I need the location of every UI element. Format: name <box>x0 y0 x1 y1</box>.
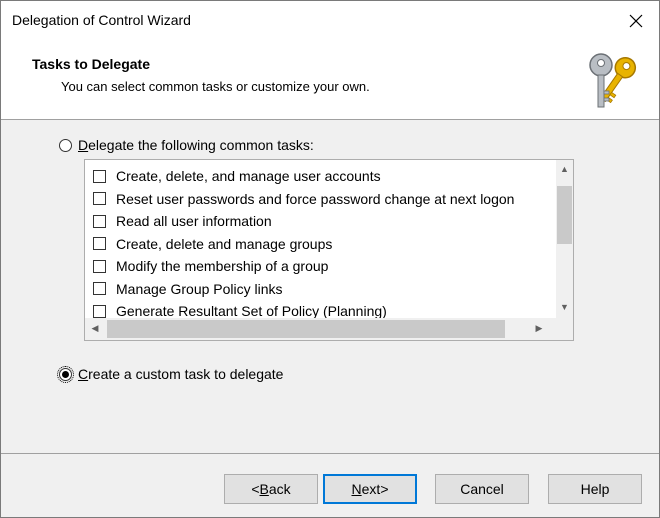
close-button[interactable] <box>613 1 659 41</box>
next-button[interactable]: Next > <box>323 474 417 504</box>
wizard-window: Delegation of Control Wizard Tasks to De… <box>0 0 660 518</box>
keys-icon <box>589 53 637 108</box>
back-rest: ack <box>268 481 291 497</box>
mnemonic: D <box>78 137 89 153</box>
horizontal-scrollbar[interactable]: ◀ ▶ <box>85 318 573 340</box>
radio-common-tasks-label: Delegate the following common tasks: <box>78 137 314 153</box>
scroll-up-arrow-icon[interactable]: ▲ <box>556 164 573 174</box>
task-item[interactable]: Reset user passwords and force password … <box>93 188 514 210</box>
task-items: Create, delete, and manage user accounts… <box>85 160 553 318</box>
wizard-header: Tasks to Delegate You can select common … <box>1 41 659 120</box>
next-rest: ext <box>361 481 381 497</box>
title-bar: Delegation of Control Wizard <box>1 1 659 41</box>
task-item[interactable]: Create, delete, and manage user accounts <box>93 165 381 187</box>
task-label: Generate Resultant Set of Policy (Planni… <box>116 303 387 318</box>
task-item[interactable]: Manage Group Policy links <box>93 278 283 300</box>
back-button[interactable]: < Back <box>224 474 318 504</box>
horizontal-scroll-thumb[interactable] <box>107 320 505 338</box>
task-checkbox[interactable] <box>93 214 106 228</box>
task-checkbox[interactable] <box>93 282 106 295</box>
task-label: Reset user passwords and force password … <box>116 190 515 207</box>
vertical-scrollbar[interactable]: ▲ ▼ <box>556 160 573 318</box>
common-tasks-list[interactable]: Create, delete, and manage user accounts… <box>84 159 574 341</box>
back-prefix: < <box>251 481 260 497</box>
task-item[interactable]: Read all user information <box>93 210 272 232</box>
vertical-scroll-thumb[interactable] <box>557 186 572 244</box>
task-item[interactable]: Generate Resultant Set of Policy (Planni… <box>93 300 387 318</box>
window-title: Delegation of Control Wizard <box>12 12 191 28</box>
task-label: Manage Group Policy links <box>116 280 283 297</box>
page-subtitle: You can select common tasks or customize… <box>61 79 370 94</box>
back-mnemonic: B <box>259 481 269 497</box>
help-button[interactable]: Help <box>548 474 642 504</box>
task-checkbox[interactable] <box>93 304 106 318</box>
mnemonic: C <box>78 366 89 382</box>
scroll-right-arrow-icon[interactable]: ▶ <box>532 323 546 334</box>
task-checkbox[interactable] <box>93 192 106 205</box>
next-mnemonic: N <box>351 481 362 497</box>
radio-common-tasks[interactable]: Delegate the following common tasks: <box>59 137 314 153</box>
task-label: Create, delete and manage groups <box>116 235 333 252</box>
radio-common-tasks-label-text: elegate the following common tasks: <box>88 137 314 153</box>
task-label: Modify the membership of a group <box>116 258 329 274</box>
task-item[interactable]: Create, delete and manage groups <box>93 233 332 255</box>
scroll-left-arrow-icon[interactable]: ◀ <box>88 323 102 334</box>
close-icon <box>629 14 643 28</box>
page-title: Tasks to Delegate <box>32 56 151 72</box>
next-suffix: > <box>380 481 389 497</box>
scrollbar-corner <box>556 318 573 340</box>
radio-button-selected[interactable] <box>57 365 74 383</box>
radio-custom-task[interactable]: Create a custom task to delegate <box>57 365 283 383</box>
task-label: Create, delete, and manage user accounts <box>116 168 381 184</box>
cancel-button[interactable]: Cancel <box>435 474 529 504</box>
radio-custom-task-label: Create a custom task to delegate <box>78 366 283 382</box>
footer-divider <box>1 453 659 454</box>
task-item[interactable]: Modify the membership of a group <box>93 255 328 277</box>
task-checkbox[interactable] <box>93 237 106 250</box>
task-checkbox[interactable] <box>93 259 106 273</box>
radio-button[interactable] <box>59 138 72 152</box>
scroll-down-arrow-icon[interactable]: ▼ <box>556 302 573 312</box>
task-checkbox[interactable] <box>93 169 106 183</box>
radio-custom-task-label-text: reate a custom task to delegate <box>88 366 284 382</box>
task-label: Read all user information <box>116 213 272 229</box>
